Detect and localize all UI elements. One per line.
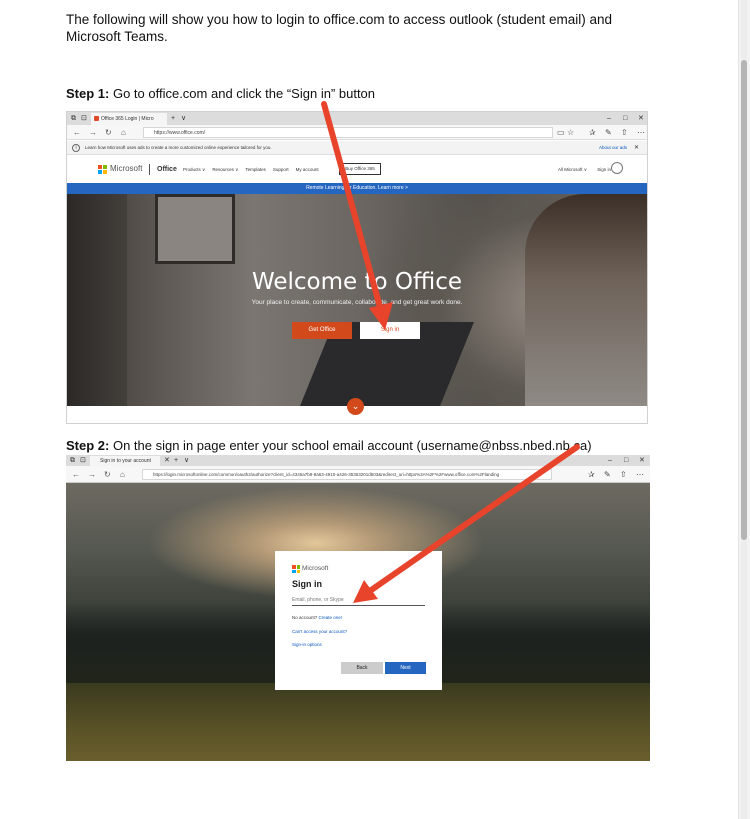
pen-icon: ✎ (605, 128, 612, 137)
pen-icon: ✎ (604, 470, 611, 479)
info-icon: i (72, 144, 80, 152)
url-field-2: https://login.microsoftonline.com/common… (142, 469, 552, 480)
browser-tab-bar: ⧉ ⊡ Office 365 Login | Micro + ∨ – □ ✕ (67, 112, 647, 125)
scrollbar-thumb[interactable] (741, 60, 747, 540)
card-title: Sign in (292, 579, 322, 589)
nav-link-products: Products ∨ (183, 167, 206, 172)
tab-dropdown-icon: ∨ (184, 457, 190, 464)
office-favicon-icon (94, 116, 99, 121)
remote-learning-banner: Remote Learning for Education. Learn mor… (67, 183, 647, 194)
screenshot-office-home: ⧉ ⊡ Office 365 Login | Micro + ∨ – □ ✕ ←… (66, 111, 648, 424)
card-microsoft-wordmark: Microsoft (302, 565, 329, 572)
sign-in-options-link: Sign-in options (292, 642, 322, 647)
infobar-text: Learn how Microsoft uses ads to create a… (85, 145, 272, 150)
nav-link-templates: Templates (245, 167, 266, 172)
header-sign-in-link: Sign in (597, 167, 611, 172)
close-tab-icon: ✕ (164, 457, 170, 464)
browser-tab-bar-2: ⧉ ⊡ Sign in to your account ✕ + ∨ – □ ✕ (66, 455, 650, 466)
all-microsoft-menu: All Microsoft ∨ (557, 167, 587, 172)
tab-actions-icon: ⧉ (71, 115, 76, 122)
favorites-icon: ✰ (588, 470, 595, 479)
tab-title: Office 365 Login | Micro (101, 116, 154, 122)
background-grass (66, 683, 650, 761)
no-account-text: No account? (292, 615, 318, 620)
office-site-header: Microsoft Office Products ∨ Resources ∨ … (67, 156, 647, 183)
office-nav-links: Products ∨ Resources ∨ Templates Support… (183, 165, 319, 174)
close-window-icon: ✕ (638, 115, 644, 122)
new-tab-icon: + (171, 115, 176, 122)
maximize-icon: □ (624, 457, 629, 464)
infobar-link: About our ads (598, 145, 627, 150)
back-arrow-icon: ← (72, 470, 80, 479)
share-icon: ⇧ (620, 470, 627, 479)
forward-arrow-icon: → (89, 128, 97, 137)
account-avatar-icon (611, 162, 623, 174)
favorite-star-icon: ☆ (567, 128, 575, 137)
hero-subtitle: Your place to create, communicate, colla… (251, 299, 463, 306)
screenshot-sign-in-page: ⧉ ⊡ Sign in to your account ✕ + ∨ – □ ✕ … (66, 455, 650, 761)
tab-title-2: Sign in to your account (100, 458, 151, 464)
refresh-icon: ↻ (104, 470, 111, 479)
step1-label: Step 1: (66, 86, 110, 101)
address-bar-row-2: ← → ↻ ⌂ https://login.microsoftonline.co… (66, 466, 650, 483)
email-field: Email, phone, or Skype (292, 595, 425, 606)
step1-text: Go to office.com and click the “Sign in”… (109, 86, 376, 101)
address-bar-row: ← → ↻ ⌂ https://www.office.com/ ▭ ☆ ✰ ✎ … (67, 125, 647, 140)
nav-link-resources: Resources ∨ (212, 167, 239, 172)
step2-heading: Step 2: On the sign in page enter your s… (66, 438, 592, 454)
url-field: https://www.office.com/ (143, 127, 553, 138)
back-tab-icon: ⊡ (80, 457, 86, 464)
new-tab-icon: + (174, 457, 179, 464)
header-divider (149, 164, 150, 175)
refresh-icon: ↻ (105, 128, 112, 137)
minimize-icon: – (607, 115, 611, 122)
step2-label: Step 2: (66, 438, 110, 453)
hero-sign-in-button: Sign in (360, 322, 420, 339)
office-wordmark: Office (157, 166, 177, 173)
infobar-close-icon: ✕ (633, 145, 639, 151)
back-tab-icon: ⊡ (81, 115, 87, 122)
no-account-line: No account? Create one! (292, 614, 342, 621)
maximize-icon: □ (623, 115, 628, 122)
more-menu-icon: ⋯ (636, 470, 644, 479)
office-hero-image: Welcome to Office Your place to create, … (67, 194, 647, 406)
next-button: Next (385, 662, 426, 674)
create-account-link: Create one! (318, 615, 343, 620)
back-arrow-icon: ← (73, 128, 81, 137)
more-menu-icon: ⋯ (637, 128, 645, 137)
ads-info-bar: i Learn how Microsoft uses ads to create… (67, 141, 647, 155)
minimize-icon: – (608, 457, 612, 464)
get-office-button: Get Office (292, 322, 352, 339)
hero-wall-frame (155, 194, 235, 264)
intro-paragraph: The following will show you how to login… (66, 12, 613, 44)
microsoft-logo-icon (98, 165, 107, 174)
cant-access-link: Can't access your account? (292, 629, 348, 634)
nav-link-my-account: My account (295, 167, 319, 172)
sign-in-card: Microsoft Sign in Email, phone, or Skype… (275, 551, 442, 690)
forward-arrow-icon: → (88, 470, 96, 479)
browser-tab[interactable]: Office 365 Login | Micro (91, 113, 167, 125)
document-page: The following will show you how to login… (0, 0, 738, 819)
close-window-icon: ✕ (639, 457, 645, 464)
microsoft-wordmark: Microsoft (110, 164, 143, 173)
scroll-down-chevron-icon: ⌄ (347, 398, 364, 415)
home-icon: ⌂ (120, 470, 125, 479)
buy-office-button: Buy Office 365 (339, 163, 381, 175)
share-icon: ⇧ (621, 128, 628, 137)
browser-tab-2[interactable]: Sign in to your account (90, 456, 160, 466)
microsoft-logo-icon (292, 565, 300, 573)
favorites-icon: ✰ (589, 128, 596, 137)
step1-heading: Step 1: Go to office.com and click the “… (66, 86, 375, 102)
back-button: Back (341, 662, 383, 674)
nav-link-support: Support (272, 167, 289, 172)
home-icon: ⌂ (121, 128, 126, 137)
hero-title: Welcome to Office (251, 269, 463, 295)
step2-text: On the sign in page enter your school em… (109, 438, 592, 453)
tab-actions-icon: ⧉ (70, 457, 75, 464)
tab-dropdown-icon: ∨ (181, 115, 187, 122)
reading-view-icon: ▭ (557, 128, 565, 137)
